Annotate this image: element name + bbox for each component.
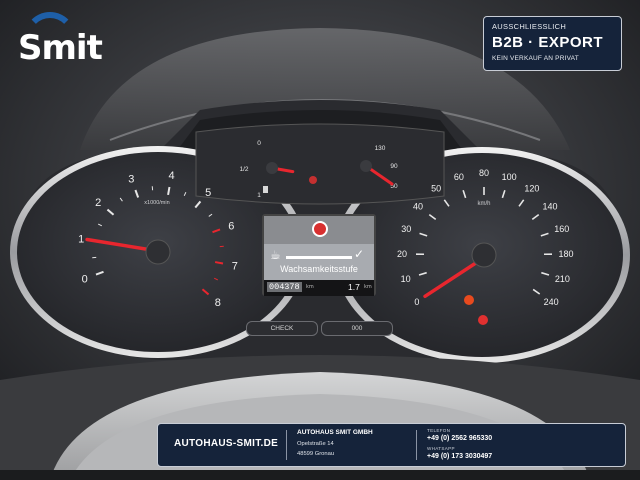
speedo-tick-label: 60 [454,172,464,182]
display-header [264,216,374,244]
phone-number[interactable]: +49 (0) 2562 965330 [427,435,492,442]
speedo-tick-label: 120 [524,183,539,193]
badge-top-text: AUSSCHLIESSLICH [492,22,567,31]
display-message-area: ☕ ✓ Wachsamkeitsstufe [264,244,374,280]
speedo-tick-label: 240 [544,297,559,307]
smit-logo: Smit [14,10,104,70]
b2b-export-badge: AUSSCHLIESSLICH B2B · EXPORT KEIN VERKAU… [483,16,622,71]
dealer-footer-banner: AUTOHAUS-SMIT.DE AUTOHAUS SMIT GMBH Opel… [157,423,626,467]
temp-hub [360,160,372,172]
footer-divider [416,430,417,460]
check-button[interactable]: CHECK [246,321,318,336]
tach-tick-label: 2 [95,197,101,209]
speedo-tick-label: 140 [542,201,557,211]
speedo-unit-label: km/h [477,201,490,207]
fuel-tick-label: 0 [257,140,261,147]
speedo-tick-label: 30 [401,224,411,234]
driver-attention-icon: ☕ [270,248,281,262]
footer-divider [286,430,287,460]
parking-brake-icon [464,295,474,305]
speedo-tick-label: 210 [555,274,570,284]
tach-tick-label: 8 [215,297,221,309]
fuel-tick-label: 1 [257,192,261,199]
badge-sub-text: KEIN VERKAUF AN PRIVAT [492,55,579,62]
tach-tick [214,261,224,265]
phone-label: TELEFON [427,428,451,433]
website-link[interactable]: AUTOHAUS-SMIT.DE [174,438,278,449]
speedo-tick-label: 0 [414,297,419,307]
trip-value: 1.7 [348,282,360,292]
speedo-hub [471,242,497,268]
speedo-tick-label: 80 [479,168,489,178]
display-message: Wachsamkeitsstufe [280,264,358,274]
speedo-tick-label: 20 [397,249,407,259]
check-icon: ✓ [354,247,365,261]
attention-level-bar [286,256,352,259]
temp-tick-label: 130 [375,145,386,152]
trip-unit: km [364,284,372,290]
logo-text: Smit [18,28,103,68]
tach-tick-label: 4 [168,170,174,182]
speedo-tick-label: 160 [554,224,569,234]
odo-reset-button[interactable]: 000 [321,321,393,336]
tach-unit-label: x1000/min [144,200,169,206]
tach-tick-label: 0 [82,274,88,286]
alert-icon [312,221,328,237]
tach-tick-label: 6 [228,220,234,232]
warning-light-icon [309,176,317,184]
speedo-tick-label: 180 [558,249,573,259]
company-name: AUTOHAUS SMIT GMBH [297,429,373,436]
odometer-unit: km [306,284,314,290]
fuel-tick-label: 1/2 [239,166,248,173]
tach-tick-label: 3 [128,174,134,186]
badge-main-text: B2B · EXPORT [492,34,604,51]
tach-tick-label: 1 [78,233,84,245]
speedo-tick-label: 100 [502,172,517,182]
whatsapp-label: WHATSAPP [427,446,455,451]
company-city: 48599 Gronau [297,451,335,457]
fuel-hub [266,162,278,174]
airbag-warning-icon [478,315,488,325]
center-display: ☕ ✓ Wachsamkeitsstufe 004378 km 1.7 km [262,214,376,296]
tach-hub [145,239,171,265]
speedo-tick-label: 40 [413,201,423,211]
speedo-tick-label: 50 [431,183,441,193]
whatsapp-number[interactable]: +49 (0) 173 3030497 [427,453,492,460]
odometer-value: 004378 [267,282,302,292]
company-street: Opelstraße 14 [297,441,334,447]
speedo-tick-label: 10 [401,274,411,284]
fuel-pump-icon [263,186,268,193]
tach-tick [167,186,171,196]
tach-tick-label: 7 [232,261,238,273]
tach-tick-label: 5 [205,187,211,199]
temp-tick-label: 90 [390,163,398,170]
display-footer: 004378 km 1.7 km [264,280,374,296]
